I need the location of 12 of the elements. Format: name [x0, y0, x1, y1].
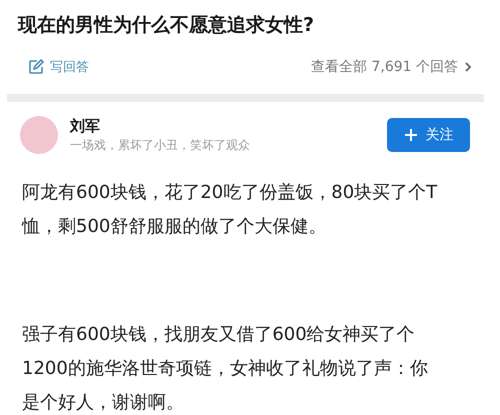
answer-paragraph: 强子有600块钱，找朋友又借了600给女神买了个1200的施华洛世奇项链，女神收了礼物说了声：你是个好人，谢谢啊。: [22, 323, 429, 415]
plus-icon: [404, 128, 418, 142]
question-title: 现在的男性为什么不愿意追求女性?: [16, 13, 316, 38]
follow-button[interactable]: 关注: [387, 118, 470, 152]
view-all-answers-link[interactable]: 查看全部 7,691 个回答: [311, 58, 472, 76]
author-tagline: 一场戏，累坏了小丑，笑坏了观众: [70, 137, 251, 154]
avatar[interactable]: [20, 116, 58, 154]
chevron-right-icon: [464, 61, 472, 73]
author-name[interactable]: 刘军: [70, 116, 387, 136]
answer-paragraph: 阿龙有600块钱，花了20吃了份盖饭，80块买了个T恤，剩500舒舒服服的做了个大保健。: [22, 181, 438, 239]
edit-icon: [28, 59, 44, 75]
write-answer-link[interactable]: 写回答: [28, 58, 89, 76]
